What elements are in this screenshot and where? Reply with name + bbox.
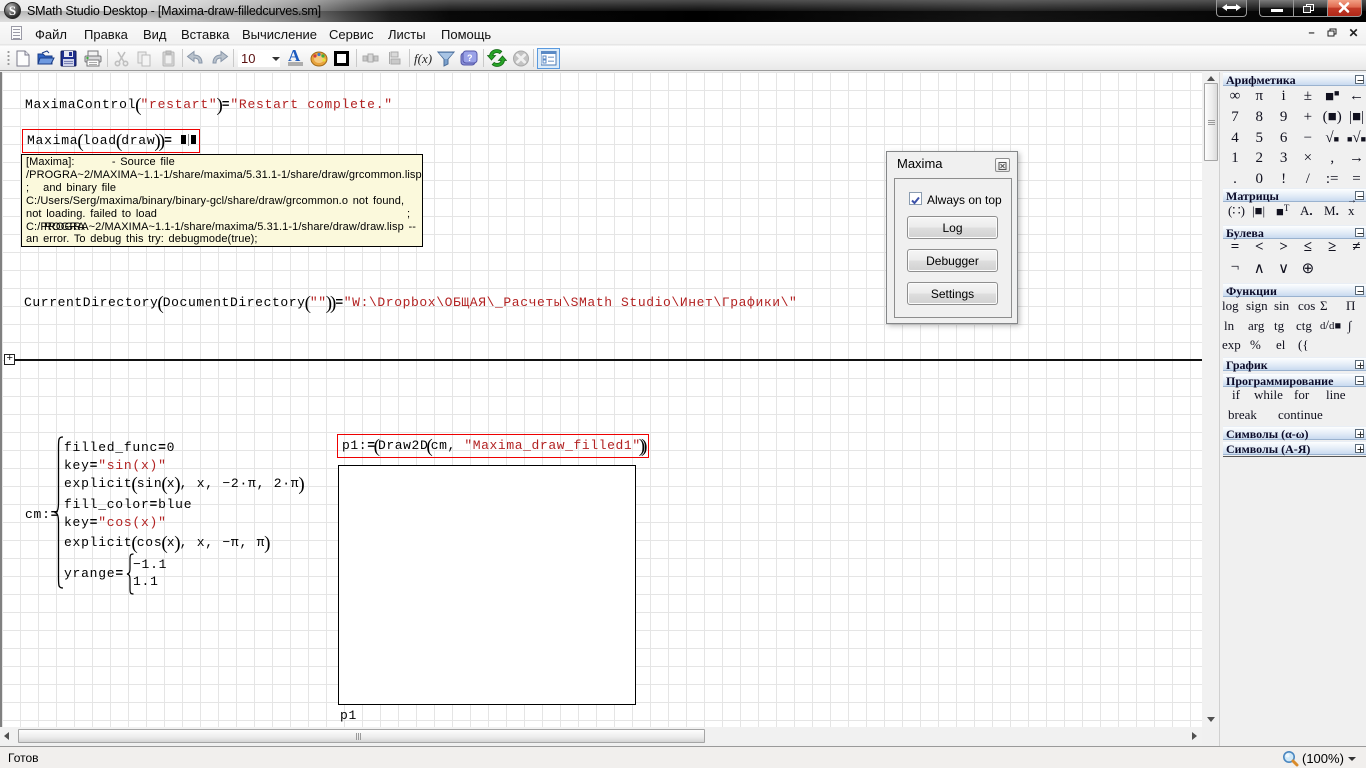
svg-text:?: ? <box>467 53 473 63</box>
